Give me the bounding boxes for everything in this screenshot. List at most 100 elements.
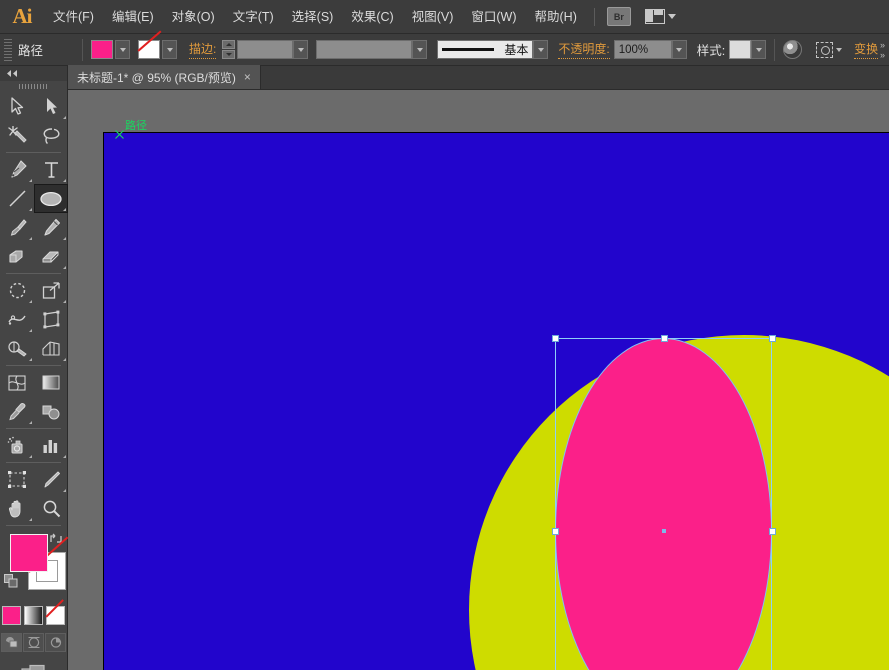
selection-tool[interactable] <box>0 92 34 121</box>
chevron-down-icon <box>297 47 304 52</box>
stroke-weight-input[interactable] <box>237 40 294 59</box>
stroke-weight-stepper[interactable] <box>222 40 236 59</box>
collapse-panel-icon[interactable]: » » <box>880 40 885 59</box>
stroke-weight-label[interactable]: 描边: <box>189 40 217 59</box>
ellipse-tool[interactable] <box>34 184 68 213</box>
direct-selection-tool[interactable] <box>34 92 68 121</box>
graphic-style-dropdown[interactable] <box>751 40 767 59</box>
stepper-up-button[interactable] <box>222 40 236 49</box>
handle-top-center[interactable] <box>661 335 668 342</box>
opacity-label[interactable]: 不透明度: <box>558 40 610 59</box>
canvas-area[interactable]: 路径 <box>68 90 889 670</box>
pencil-tool[interactable] <box>34 213 68 242</box>
artboard[interactable] <box>103 132 889 670</box>
gradient-tool[interactable] <box>34 368 68 397</box>
document-setup-button[interactable] <box>816 41 843 58</box>
handle-top-right[interactable] <box>769 335 776 342</box>
opacity-dropdown[interactable] <box>671 40 687 59</box>
width-tool[interactable] <box>0 305 34 334</box>
stepper-down-button[interactable] <box>222 50 236 59</box>
workspace-switcher-button[interactable] <box>644 9 676 24</box>
tool-group-indicator <box>29 421 32 424</box>
handle-middle-left[interactable] <box>552 528 559 535</box>
transform-button[interactable]: 变换 <box>854 40 879 59</box>
tool-group-indicator <box>63 116 66 119</box>
handle-middle-right[interactable] <box>769 528 776 535</box>
handle-top-left[interactable] <box>552 335 559 342</box>
recolor-artwork-icon[interactable] <box>783 40 803 59</box>
stroke-weight-dropdown[interactable] <box>293 40 309 59</box>
close-icon[interactable]: × <box>244 70 251 84</box>
eraser-tool[interactable] <box>34 242 68 271</box>
grip-dots <box>18 84 49 89</box>
magic-wand-tool[interactable] <box>0 121 34 150</box>
blob-brush-tool[interactable] <box>0 242 34 271</box>
perspective-grid-tool[interactable] <box>34 334 68 363</box>
stroke-profile-dropdown[interactable] <box>533 40 549 59</box>
fill-stroke-control <box>0 530 67 602</box>
mesh-tool[interactable] <box>0 368 34 397</box>
stroke-style-input[interactable] <box>316 40 413 59</box>
direct-selection-arrow-icon <box>46 98 57 114</box>
fill-color-control[interactable] <box>91 40 130 59</box>
gradient-mode-button[interactable] <box>24 606 43 625</box>
shape-builder-tool[interactable] <box>0 334 34 363</box>
slice-tool[interactable] <box>34 465 68 494</box>
paintbrush-tool[interactable] <box>0 213 34 242</box>
menu-item-view[interactable]: 视图(V) <box>403 0 463 34</box>
lasso-tool[interactable] <box>34 121 68 150</box>
fill-swatch[interactable] <box>91 40 113 59</box>
scale-icon <box>42 282 60 299</box>
blend-icon <box>42 405 60 419</box>
stroke-color-control[interactable] <box>138 40 177 59</box>
type-tool[interactable] <box>34 155 68 184</box>
stroke-swatch[interactable] <box>138 40 160 59</box>
menu-item-type[interactable]: 文字(T) <box>224 0 283 34</box>
zoom-tool[interactable] <box>34 494 68 523</box>
eyedropper-tool[interactable] <box>0 397 34 426</box>
draw-inside-button[interactable] <box>45 633 66 652</box>
default-fill-stroke-icon[interactable] <box>4 574 19 589</box>
menu-item-help[interactable]: 帮助(H) <box>526 0 586 34</box>
draw-behind-button[interactable] <box>23 633 44 652</box>
menu-item-object[interactable]: 对象(O) <box>163 0 224 34</box>
menu-item-effect[interactable]: 效果(C) <box>342 0 402 34</box>
draw-mode-buttons <box>0 633 67 652</box>
width-tool-icon <box>8 315 26 325</box>
ellipse-icon <box>40 191 62 206</box>
draw-normal-button[interactable] <box>1 633 22 652</box>
tools-panel-grip[interactable] <box>0 81 67 92</box>
tool-group-indicator <box>29 455 32 458</box>
graphic-style-swatch[interactable] <box>729 40 752 59</box>
control-bar-grip[interactable] <box>4 38 12 61</box>
color-mode-button[interactable] <box>2 606 21 625</box>
bridge-icon[interactable]: Br <box>606 7 631 26</box>
symbol-sprayer-tool[interactable] <box>0 431 34 460</box>
selection-arrow-icon <box>10 97 23 115</box>
change-screen-mode-button[interactable] <box>0 664 67 670</box>
opacity-input[interactable]: 100% <box>613 40 672 59</box>
menu-item-edit[interactable]: 编辑(E) <box>103 0 163 34</box>
pen-tool[interactable] <box>0 155 34 184</box>
stroke-profile-preview[interactable]: 基本 <box>437 40 534 59</box>
hand-tool[interactable] <box>0 494 34 523</box>
document-tab[interactable]: 未标题-1* @ 95% (RGB/预览) × <box>68 65 261 89</box>
menu-item-file[interactable]: 文件(F) <box>44 0 103 34</box>
scale-tool[interactable] <box>34 276 68 305</box>
stroke-style-dropdown[interactable] <box>412 40 428 59</box>
blend-tool[interactable] <box>34 397 68 426</box>
rotate-tool[interactable] <box>0 276 34 305</box>
none-mode-button[interactable] <box>46 606 65 625</box>
line-segment-tool[interactable] <box>0 184 34 213</box>
tools-panel-collapse-button[interactable] <box>0 66 67 81</box>
fill-swatch-dropdown[interactable] <box>115 40 130 59</box>
stroke-swatch-dropdown[interactable] <box>162 40 177 59</box>
menu-item-select[interactable]: 选择(S) <box>283 0 343 34</box>
menu-item-window[interactable]: 窗口(W) <box>462 0 525 34</box>
free-transform-tool[interactable] <box>34 305 68 334</box>
document-setup-icon <box>816 41 834 58</box>
selection-bounding-box[interactable] <box>552 335 776 670</box>
column-graph-tool[interactable] <box>34 431 68 460</box>
artboard-tool[interactable] <box>0 465 34 494</box>
fill-color-swatch[interactable] <box>10 534 48 572</box>
